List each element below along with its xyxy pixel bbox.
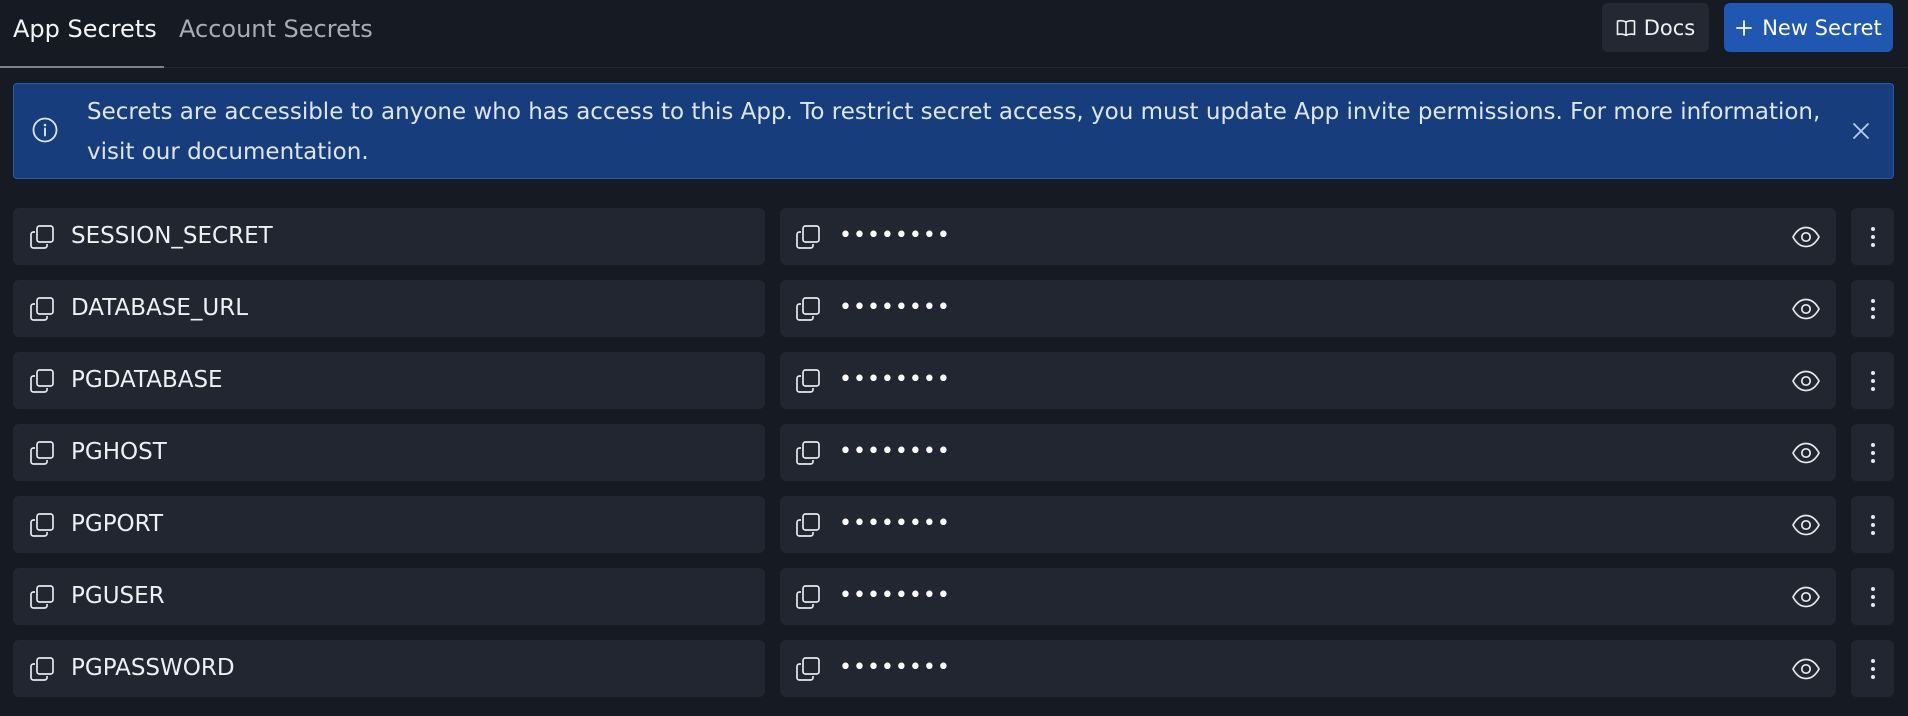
copy-icon[interactable] (28, 367, 56, 395)
plus-icon (1736, 19, 1753, 36)
secret-value-cell: •••••••• (780, 424, 1836, 481)
eye-icon[interactable] (1791, 654, 1821, 684)
secret-menu-button[interactable] (1851, 496, 1894, 553)
copy-icon[interactable] (794, 655, 822, 683)
close-icon (1853, 123, 1869, 139)
secret-key-cell: SESSION_SECRET (13, 208, 765, 265)
copy-icon[interactable] (794, 583, 822, 611)
copy-icon[interactable] (794, 511, 822, 539)
secret-row: PGUSER •••••••• (0, 568, 1908, 625)
eye-icon[interactable] (1791, 438, 1821, 468)
secret-masked-value: •••••••• (839, 511, 951, 536)
secret-row: PGDATABASE •••••••• (0, 352, 1908, 409)
secret-key: PGPASSWORD (71, 655, 235, 681)
new-secret-button[interactable]: New Secret (1724, 3, 1893, 52)
secret-key-cell: PGPORT (13, 496, 765, 553)
secret-key-cell: PGUSER (13, 568, 765, 625)
tab-app-secrets[interactable]: App Secrets (0, 0, 164, 68)
info-icon (32, 117, 58, 143)
secret-key: SESSION_SECRET (71, 223, 273, 249)
copy-icon[interactable] (794, 223, 822, 251)
more-vertical-icon (1870, 370, 1875, 391)
dismiss-banner-button[interactable] (1846, 116, 1876, 146)
more-vertical-icon (1870, 442, 1875, 463)
more-vertical-icon (1870, 514, 1875, 535)
secret-row: SESSION_SECRET •••••••• (0, 208, 1908, 265)
more-vertical-icon (1870, 226, 1875, 247)
secret-row: DATABASE_URL •••••••• (0, 280, 1908, 337)
copy-icon[interactable] (794, 367, 822, 395)
eye-icon[interactable] (1791, 582, 1821, 612)
copy-icon[interactable] (28, 439, 56, 467)
secret-masked-value: •••••••• (839, 295, 951, 320)
copy-icon[interactable] (28, 511, 56, 539)
secret-key: PGPORT (71, 511, 164, 537)
secret-key-cell: PGHOST (13, 424, 765, 481)
secret-menu-button[interactable] (1851, 280, 1894, 337)
secret-row: PGHOST •••••••• (0, 424, 1908, 481)
book-icon (1616, 19, 1636, 36)
secret-masked-value: •••••••• (839, 223, 951, 248)
info-banner: Secrets are accessible to anyone who has… (13, 83, 1894, 179)
secret-menu-button[interactable] (1851, 352, 1894, 409)
secret-value-cell: •••••••• (780, 496, 1836, 553)
docs-label: Docs (1643, 15, 1696, 40)
copy-icon[interactable] (28, 223, 56, 251)
secret-key: DATABASE_URL (71, 295, 249, 321)
docs-button[interactable]: Docs (1602, 3, 1709, 52)
copy-icon[interactable] (794, 439, 822, 467)
secret-value-cell: •••••••• (780, 208, 1836, 265)
secret-key-cell: PGPASSWORD (13, 640, 765, 697)
copy-icon[interactable] (28, 295, 56, 323)
secret-key: PGDATABASE (71, 367, 223, 393)
secret-menu-button[interactable] (1851, 208, 1894, 265)
secret-value-cell: •••••••• (780, 640, 1836, 697)
secret-value-cell: •••••••• (780, 280, 1836, 337)
secret-value-cell: •••••••• (780, 568, 1836, 625)
secret-key: PGUSER (71, 583, 165, 609)
copy-icon[interactable] (28, 655, 56, 683)
secret-value-cell: •••••••• (780, 352, 1836, 409)
secret-key: PGHOST (71, 439, 167, 465)
secret-menu-button[interactable] (1851, 640, 1894, 697)
secret-masked-value: •••••••• (839, 439, 951, 464)
secret-key-cell: DATABASE_URL (13, 280, 765, 337)
secret-masked-value: •••••••• (839, 583, 951, 608)
top-bar: App Secrets Account Secrets Docs New Sec… (0, 0, 1908, 68)
secret-key-cell: PGDATABASE (13, 352, 765, 409)
secret-menu-button[interactable] (1851, 424, 1894, 481)
copy-icon[interactable] (794, 295, 822, 323)
eye-icon[interactable] (1791, 510, 1821, 540)
secret-row: PGPASSWORD •••••••• (0, 640, 1908, 697)
tab-account-secrets[interactable]: Account Secrets (179, 0, 373, 68)
new-secret-label: New Secret (1762, 15, 1882, 40)
banner-message: Secrets are accessible to anyone who has… (87, 99, 1821, 165)
copy-icon[interactable] (28, 583, 56, 611)
more-vertical-icon (1870, 658, 1875, 679)
eye-icon[interactable] (1791, 366, 1821, 396)
secret-row: PGPORT •••••••• (0, 496, 1908, 553)
eye-icon[interactable] (1791, 222, 1821, 252)
more-vertical-icon (1870, 298, 1875, 319)
secret-masked-value: •••••••• (839, 655, 951, 680)
eye-icon[interactable] (1791, 294, 1821, 324)
secret-masked-value: •••••••• (839, 367, 951, 392)
more-vertical-icon (1870, 586, 1875, 607)
secret-menu-button[interactable] (1851, 568, 1894, 625)
